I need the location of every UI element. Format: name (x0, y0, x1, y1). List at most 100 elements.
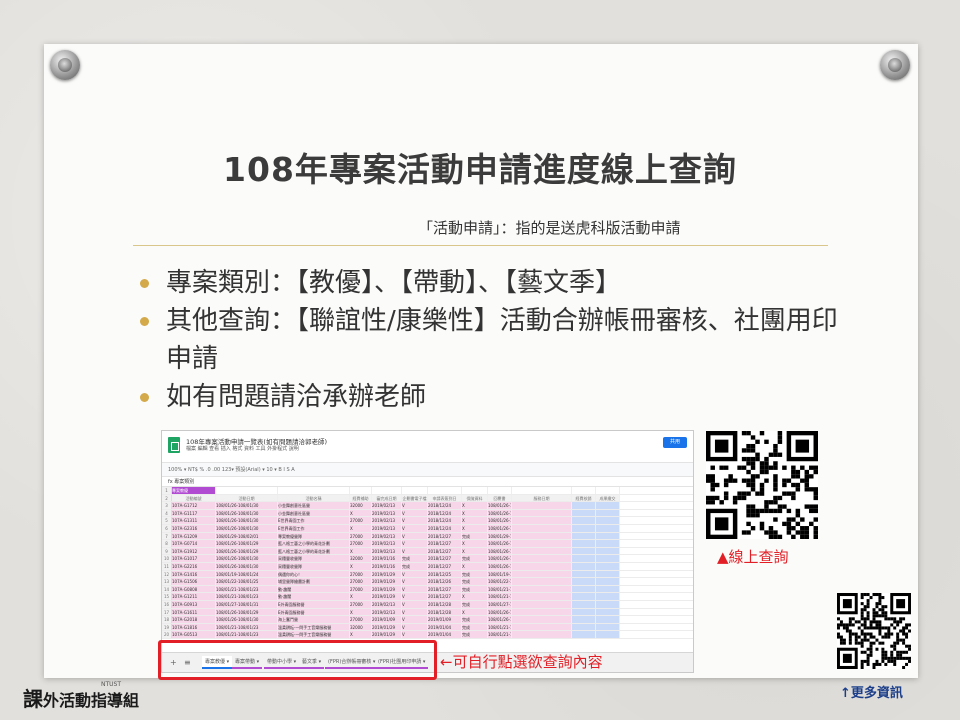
table-cell: 經費核銷 (572, 494, 596, 502)
table-cell: 108/01/26-108/01/29 (216, 540, 278, 547)
table-cell: E外青園服務營 (278, 608, 350, 616)
table-cell (596, 608, 620, 616)
table-cell (512, 616, 572, 623)
sheet-toolbar: 100% ▾ NT$ % .0 .00 123▾ 預設(Arial) ▾ 10 … (162, 463, 693, 477)
table-cell (596, 562, 620, 570)
table-cell (512, 600, 572, 608)
table-cell: 108/01/19-108/01/24 (488, 570, 512, 578)
table-cell: 活動編號 (172, 494, 216, 502)
table-cell (372, 487, 402, 494)
table-cell: 完成 (462, 532, 488, 540)
table-cell: 2019/02/13 (372, 509, 402, 517)
table-cell (596, 509, 620, 517)
table-cell: 2018/12/25 (428, 570, 462, 578)
table-cell: 108/01/21-108/01/23 (488, 623, 512, 631)
table-cell: 27000 (350, 585, 372, 593)
row-number: 12 (162, 570, 172, 578)
table-cell (572, 631, 596, 638)
table-cell: 完成 (462, 578, 488, 585)
table-cell (572, 616, 596, 623)
table-cell: X (462, 502, 488, 509)
table-cell: 2018/12/24 (428, 524, 462, 532)
row-number: 15 (162, 593, 172, 600)
table-cell: 27000 (350, 578, 372, 585)
department-logo: 課外活動指導組 NTUST (9, 679, 139, 715)
table-cell: 2018/12/24 (428, 502, 462, 509)
row-number: 13 (162, 578, 172, 585)
table-cell: 108/01/26-108/01/29 (488, 608, 512, 616)
qr-label: ▲線上查詢 (717, 548, 789, 566)
spreadsheet-screenshot: 108年專案活動申請一覽表(如有問題請洽郭老師) 檔案 編輯 查看 插入 格式 … (161, 430, 694, 673)
table-cell (402, 487, 428, 494)
table-cell: 2018/12/27 (428, 593, 462, 600)
table-cell: 2019/01/29 (372, 623, 402, 631)
table-cell: 2019/02/13 (372, 532, 402, 540)
table-cell: 108/01/21-108/01/23 (216, 593, 278, 600)
bullet-list: 專案類別：【教優】、【帶動】、【藝文季】 其他查詢：【聯誼性/康樂性】活動合辦帳… (138, 264, 838, 416)
table-cell: 107A-G2316 (172, 524, 216, 532)
table-cell (572, 578, 596, 585)
table-cell (572, 509, 596, 517)
table-cell: X (350, 562, 372, 570)
table-cell (512, 532, 572, 540)
table-cell: 108/01/26-108/01/30 (488, 562, 512, 570)
table-cell: 107A-G0913 (172, 600, 216, 608)
sheet-header: 108年專案活動申請一覽表(如有問題請洽郭老師) 檔案 編輯 查看 插入 格式 … (162, 431, 693, 463)
table-cell: 溫柔耕耘‧一閃手工音樂服務營 (278, 623, 350, 631)
table-cell: 108/01/21-108/01/23 (216, 585, 278, 593)
table-cell: 107A-G1416 (172, 570, 216, 578)
table-cell: 108/01/26-108/01/30 (216, 502, 278, 509)
table-cell: 108/01/26-108/01/30 (216, 555, 278, 562)
table-cell: 2019/01/09 (428, 616, 462, 623)
table-cell: X (462, 517, 488, 524)
table-cell: 108/01/26-108/01/30 (488, 555, 512, 562)
table-row: 12 107A-G1416 108/01/19-108/01/24 偶遇你的心！ 270… (162, 570, 693, 579)
table-cell: 107A-G1117 (172, 509, 216, 517)
table-cell: 107A-G1816 (172, 623, 216, 631)
bullet-text: 其他查詢：【聯誼性/康樂性】活動合辦帳冊審核、社團用印申請 (166, 306, 838, 374)
table-cell: V (402, 509, 428, 517)
more-info-link[interactable]: ↑更多資訊 (840, 682, 903, 701)
table-cell: 108/01/21-108/01/23 (488, 585, 512, 593)
table-cell: 107A-G1611 (172, 608, 216, 616)
table-cell (572, 570, 596, 578)
table-cell (596, 593, 620, 600)
table-cell (428, 487, 462, 494)
table-cell: 108/01/27-108/01/31 (216, 600, 278, 608)
table-cell (596, 616, 620, 623)
tab-annotation: ←可自行點選欲查詢內容 (440, 653, 603, 671)
table-cell (512, 487, 572, 494)
table-cell: 27000 (350, 532, 372, 540)
table-cell: 108/01/26-108/01/30 (488, 509, 512, 517)
table-cell: 2019/01/04 (428, 623, 462, 631)
table-row: 20 107A-G0513 108/01/21-108/01/23 溫柔耕耘‧一閃手工… (162, 631, 693, 639)
table-cell: X (462, 593, 488, 600)
table-cell: 2019/01/29 (372, 578, 402, 585)
table-cell: 企劃書電子檔 (402, 494, 428, 502)
table-cell: 審完成日期 (372, 494, 402, 502)
table-cell: 108/01/26-108/01/29 (488, 540, 512, 547)
table-cell (572, 600, 596, 608)
table-cell: V (402, 616, 428, 623)
row-number: 8 (162, 540, 172, 547)
table-row: 5 107A-G1311 108/01/26-108/01/30 E世界青園工作 270… (162, 517, 693, 525)
table-cell: 107A-G1311 (172, 517, 216, 524)
table-cell: V (402, 578, 428, 585)
table-cell: 108/01/26-108/01/30 (488, 517, 512, 524)
table-cell: 27000 (350, 517, 372, 524)
table-cell (572, 502, 596, 509)
table-cell (596, 532, 620, 540)
bullet-item: 其他查詢：【聯誼性/康樂性】活動合辦帳冊審核、社團用印申請 (138, 302, 838, 378)
table-cell: V (402, 547, 428, 555)
table-cell (572, 593, 596, 600)
table-cell: 2019/01/16 (372, 562, 402, 570)
row-number: 7 (162, 532, 172, 540)
table-cell (512, 540, 572, 547)
table-cell: 108/01/26-108/01/30 (216, 509, 278, 517)
table-cell: 2019/02/13 (372, 540, 402, 547)
table-cell (572, 623, 596, 631)
table-cell: 2018/12/27 (428, 540, 462, 547)
table-row: 7 107A-G1209 108/01/29-108/02/01 專案教優營隊 2700… (162, 532, 693, 541)
table-cell: X (350, 524, 372, 532)
table-cell: 完成 (462, 570, 488, 578)
